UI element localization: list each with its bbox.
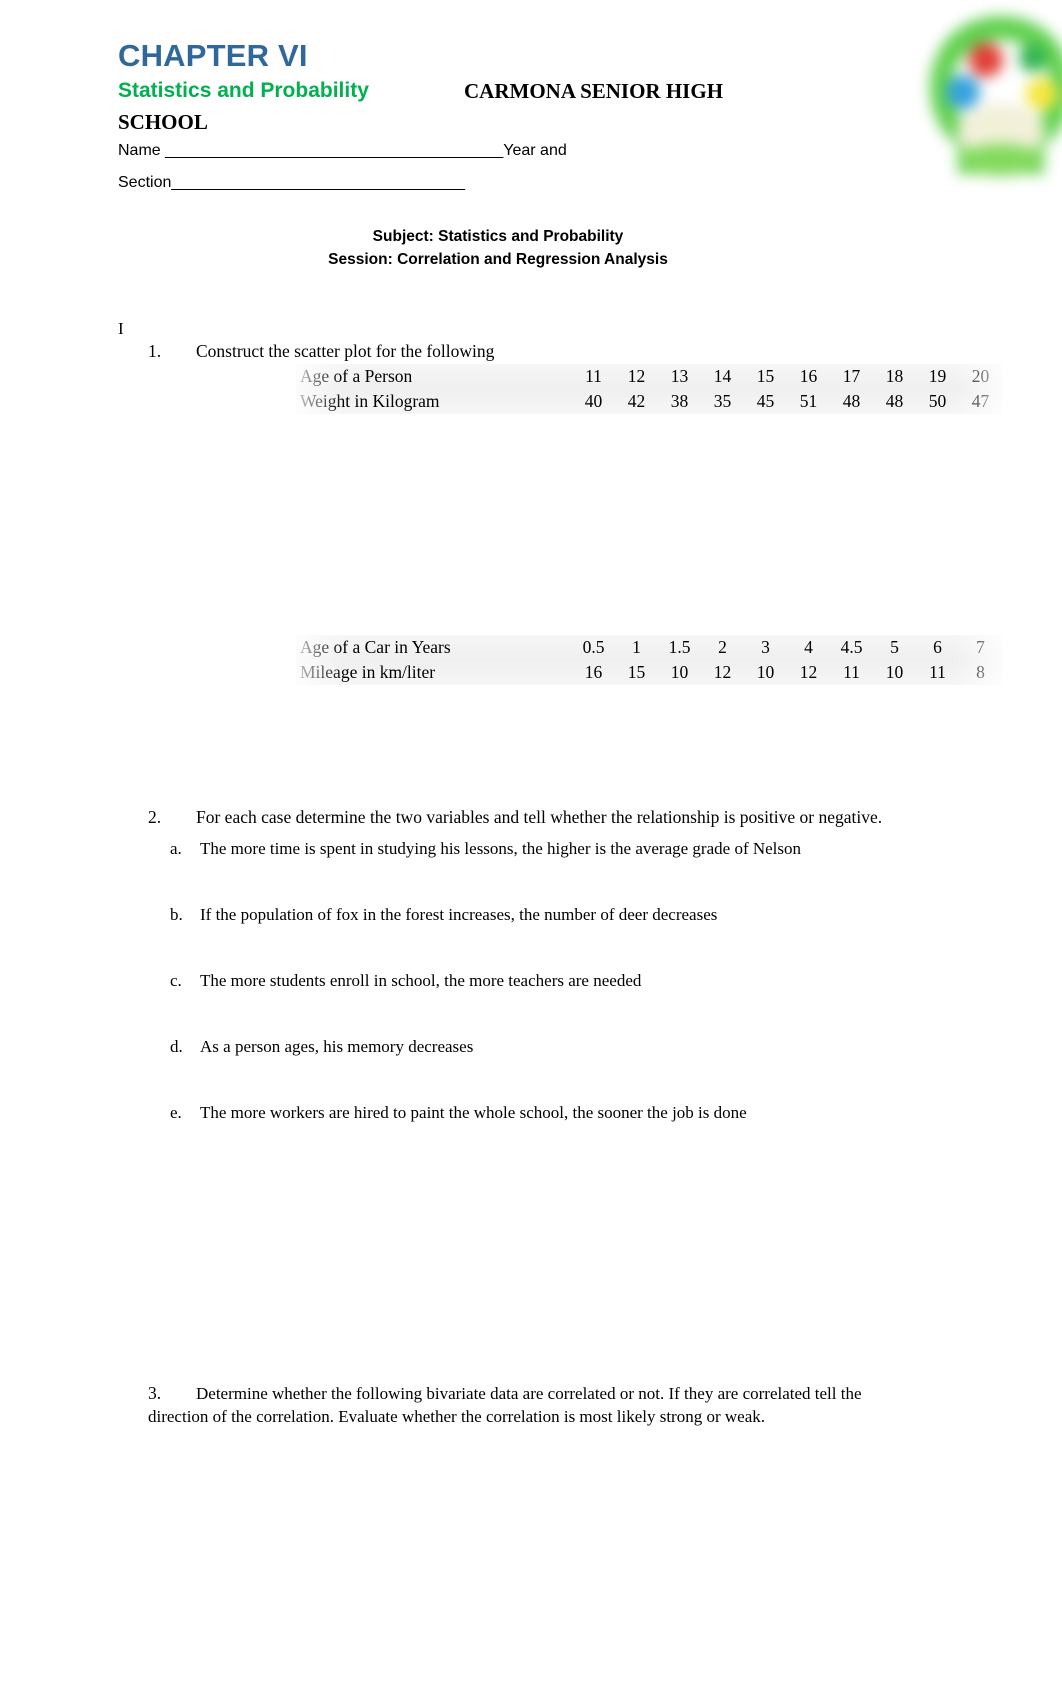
cell-value: 51 [799, 391, 818, 411]
list-item: a. The more time is spent in studying hi… [148, 838, 908, 860]
row-label: Age of a Car in Years [300, 637, 451, 657]
list-item: e. The more workers are hired to paint t… [148, 1102, 908, 1124]
cell-value: 12 [799, 662, 818, 682]
cell-value: 45 [756, 391, 775, 411]
document-content: CHAPTER VI Statistics and Probability CA… [118, 0, 1062, 1686]
question-3: 3. Determine whether the following bivar… [148, 1382, 923, 1428]
cell-value: 2 [718, 637, 727, 657]
cell-value: 15 [627, 662, 646, 682]
cell-value: 17 [842, 366, 861, 386]
table-row: Age of a Car in Years 0.5 1 1.5 2 3 4 4.… [296, 635, 1002, 660]
sub-item-text: The more students enroll in school, the … [200, 971, 642, 990]
question-2-text: For each case determine the two variable… [196, 807, 883, 827]
question-2-number: 2. [148, 807, 162, 827]
sub-item-marker: b. [170, 905, 183, 924]
question-3-text: Determine whether the following bivariat… [148, 1384, 862, 1426]
cell-value: 5 [890, 637, 899, 657]
question-2-sub-list: a. The more time is spent in studying hi… [148, 838, 908, 1124]
sub-item-marker: e. [170, 1103, 182, 1122]
cell-value: 10 [670, 662, 689, 682]
question-1-text: Construct the scatter plot for the follo… [196, 341, 495, 361]
sub-item-text: The more workers are hired to paint the … [200, 1103, 747, 1122]
data-table-1-body: Age of a Person 11 12 13 14 15 16 17 18 … [296, 364, 1002, 414]
sub-item-text: If the population of fox in the forest i… [200, 905, 718, 924]
question-2: 2. For each case determine the two varia… [148, 806, 908, 1124]
cell-value: 14 [713, 366, 732, 386]
cell-value: 11 [843, 662, 860, 682]
cell-value: 35 [713, 391, 732, 411]
question-3-item: 3. Determine whether the following bivar… [148, 1382, 923, 1428]
question-1-item: 1. Construct the scatter plot for the fo… [148, 340, 918, 363]
cell-value: 18 [885, 366, 904, 386]
row-label: Weight in Kilogram [300, 391, 440, 411]
school-name-line2: SCHOOL [118, 110, 208, 134]
table-row: Age of a Person 11 12 13 14 15 16 17 18 … [296, 364, 1002, 389]
cell-value: 13 [670, 366, 689, 386]
question-1-number: 1. [148, 341, 162, 361]
cell-value: 40 [584, 391, 603, 411]
data-table-2-body: Age of a Car in Years 0.5 1 1.5 2 3 4 4.… [296, 635, 1002, 685]
question-2-item: 2. For each case determine the two varia… [148, 806, 908, 829]
cell-value: 10 [885, 662, 904, 682]
cell-value: 4.5 [840, 637, 863, 657]
session-line: Session: Correlation and Regression Anal… [328, 251, 668, 268]
school-logo-icon [918, 10, 1062, 180]
name-field-line: Name ___________________________________… [118, 142, 567, 159]
document-header: CHAPTER VI Statistics and Probability CA… [118, 38, 818, 198]
cell-value: 50 [928, 391, 947, 411]
page-title: CHAPTER VI [118, 38, 308, 73]
cell-value: 19 [928, 366, 947, 386]
cell-value: 20 [971, 366, 990, 386]
school-name-line1: CARMONA SENIOR HIGH [464, 79, 724, 103]
cell-value: 0.5 [582, 637, 605, 657]
table-row: Mileage in km/liter 16 15 10 12 10 12 11… [296, 660, 1002, 685]
section-field-line: Section_________________________________ [118, 174, 466, 191]
data-table-2-wrapper: Age of a Car in Years 0.5 1 1.5 2 3 4 4.… [284, 635, 1014, 685]
list-item: d. As a person ages, his memory decrease… [148, 1036, 908, 1058]
cell-value: 12 [713, 662, 732, 682]
sub-item-text: The more time is spent in studying his l… [200, 839, 802, 858]
document-subtitle: Statistics and Probability [118, 79, 369, 102]
row-label: Mileage in km/liter [300, 662, 436, 682]
cell-value: 16 [584, 662, 603, 682]
cell-value: 15 [756, 366, 775, 386]
cell-value: 47 [971, 391, 990, 411]
cell-value: 3 [761, 637, 770, 657]
sub-item-marker: a. [170, 839, 182, 858]
cell-value: 12 [627, 366, 646, 386]
data-table-2: Age of a Car in Years 0.5 1 1.5 2 3 4 4.… [296, 635, 1002, 685]
cell-value: 1.5 [668, 637, 691, 657]
cell-value: 7 [976, 637, 985, 657]
table-row: Weight in Kilogram 40 42 38 35 45 51 48 … [296, 389, 1002, 414]
sub-item-marker: d. [170, 1037, 183, 1056]
sub-item-marker: c. [170, 971, 182, 990]
cell-value: 11 [929, 662, 946, 682]
cell-value: 38 [670, 391, 689, 411]
cell-value: 42 [627, 391, 646, 411]
data-table-1: Age of a Person 11 12 13 14 15 16 17 18 … [296, 364, 1002, 414]
cell-value: 1 [632, 637, 641, 657]
cell-value: 6 [933, 637, 942, 657]
cell-value: 48 [885, 391, 904, 411]
section-roman-numeral: I [118, 319, 124, 338]
list-item: c. The more students enroll in school, t… [148, 970, 908, 992]
cell-value: 48 [842, 391, 861, 411]
row-label: Age of a Person [300, 366, 413, 386]
cell-value: 11 [585, 366, 602, 386]
data-table-1-wrapper: Age of a Person 11 12 13 14 15 16 17 18 … [284, 364, 1014, 414]
list-item: b. If the population of fox in the fores… [148, 904, 908, 926]
subject-block: Subject: Statistics and Probability Sess… [118, 225, 878, 271]
subtitle-row: Statistics and Probability CARMONA SENIO… [118, 78, 818, 108]
cell-value: 10 [756, 662, 775, 682]
cell-value: 16 [799, 366, 818, 386]
subject-line: Subject: Statistics and Probability [372, 228, 624, 245]
question-3-number: 3. [148, 1383, 162, 1403]
question-1: 1. Construct the scatter plot for the fo… [148, 340, 918, 363]
cell-value: 8 [976, 662, 985, 682]
document-page: CHAPTER VI Statistics and Probability CA… [0, 0, 1062, 1686]
sub-item-text: As a person ages, his memory decreases [200, 1037, 474, 1056]
cell-value: 4 [804, 637, 813, 657]
